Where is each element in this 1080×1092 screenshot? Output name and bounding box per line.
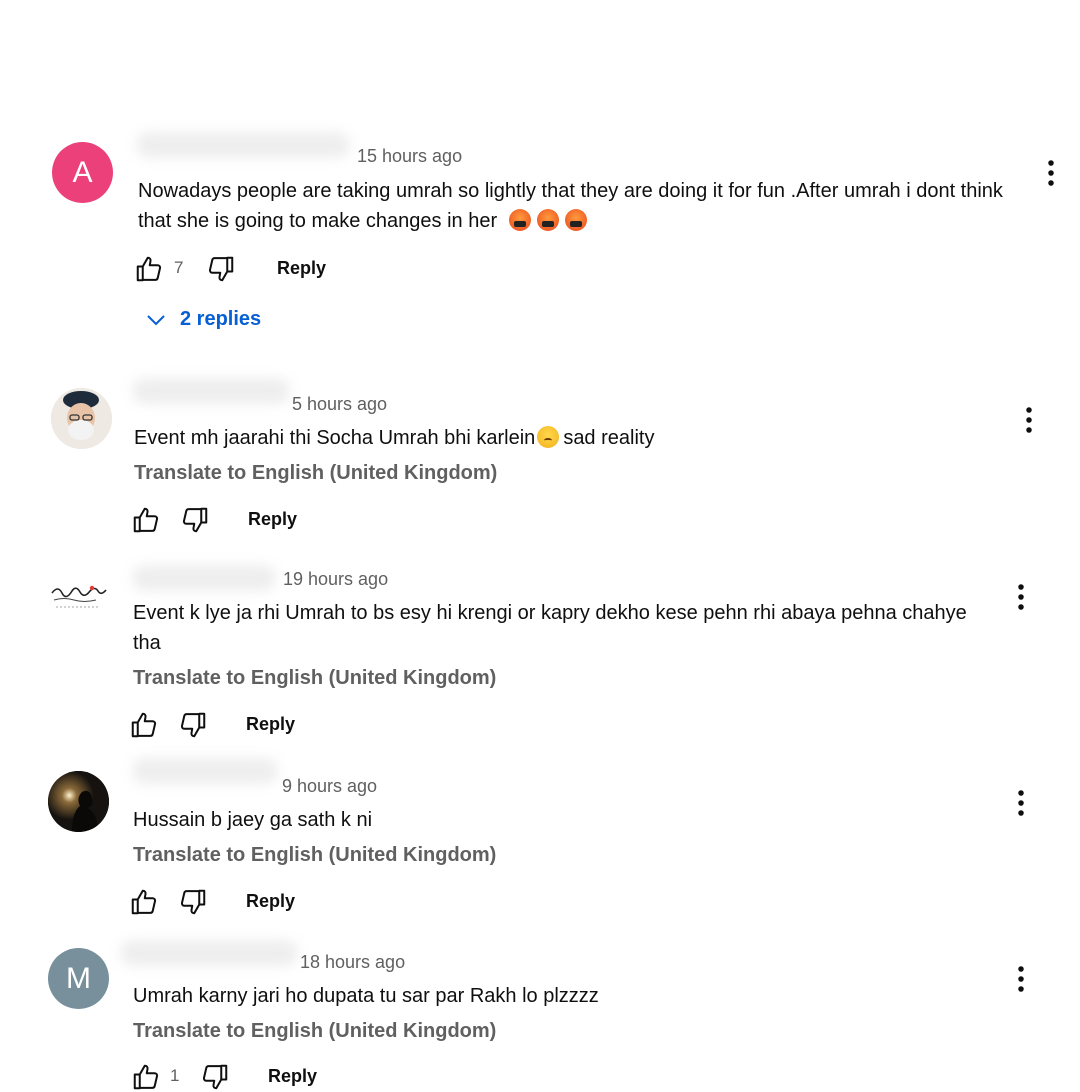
reply-button[interactable]: Reply — [248, 509, 297, 530]
like-button[interactable] — [134, 254, 164, 284]
like-button[interactable] — [131, 505, 161, 535]
avatar[interactable]: A — [52, 142, 113, 203]
translate-link[interactable]: Translate to English (United Kingdom) — [133, 1020, 496, 1043]
author-name-blurred[interactable] — [136, 132, 350, 158]
comment-text: Umrah karny jari ho dupata tu sar par Ra… — [133, 985, 599, 1007]
more-options-icon[interactable] — [1015, 788, 1027, 818]
author-name-blurred[interactable] — [132, 758, 278, 784]
dislike-button[interactable] — [178, 710, 208, 740]
translate-link[interactable]: Translate to English (United Kingdom) — [133, 844, 496, 867]
translate-link[interactable]: Translate to English (United Kingdom) — [133, 667, 496, 690]
comment-text: Hussain b jaey ga sath k ni — [133, 809, 373, 831]
avatar[interactable]: M — [48, 948, 109, 1009]
avatar[interactable] — [48, 771, 109, 832]
like-button[interactable] — [129, 710, 159, 740]
comment-body: Event mh jaarahi thi Socha Umrah bhi kar… — [134, 427, 536, 449]
avatar-photo-icon — [51, 388, 112, 449]
reply-button[interactable]: Reply — [277, 258, 326, 279]
avatar[interactable] — [51, 388, 112, 449]
comment-timestamp[interactable]: 18 hours ago — [300, 952, 405, 973]
like-button[interactable] — [129, 887, 159, 917]
more-options-icon[interactable] — [1015, 582, 1027, 612]
angry-face-emoji-icon — [508, 209, 531, 231]
dislike-button[interactable] — [178, 887, 208, 917]
dislike-button[interactable] — [200, 1062, 230, 1092]
like-button[interactable] — [131, 1062, 161, 1092]
comment-timestamp[interactable]: 19 hours ago — [283, 569, 388, 590]
author-name-blurred[interactable] — [132, 378, 290, 404]
comment-timestamp[interactable]: 5 hours ago — [292, 394, 387, 415]
translate-link[interactable]: Translate to English (United Kingdom) — [134, 462, 497, 485]
author-name-blurred[interactable] — [132, 565, 276, 591]
avatar-letter: A — [72, 155, 93, 189]
dislike-button[interactable] — [180, 505, 210, 535]
angry-face-emoji-icon — [536, 209, 559, 231]
author-name-blurred[interactable] — [120, 940, 298, 966]
comment-text: Event k lye ja rhi Umrah to bs esy hi kr… — [133, 602, 967, 654]
more-options-icon[interactable] — [1045, 158, 1057, 188]
avatar[interactable] — [48, 568, 109, 629]
comment-timestamp[interactable]: 15 hours ago — [357, 146, 462, 167]
comment-body-end: sad reality — [563, 427, 655, 449]
comment-timestamp[interactable]: 9 hours ago — [282, 776, 377, 797]
dislike-button[interactable] — [206, 254, 236, 284]
more-options-icon[interactable] — [1023, 405, 1035, 435]
replies-count-label: 2 replies — [180, 308, 262, 330]
calligraphy-logo-icon — [48, 568, 109, 629]
like-count: 1 — [170, 1066, 180, 1085]
reply-button[interactable]: Reply — [246, 891, 295, 912]
reply-button[interactable]: Reply — [246, 714, 295, 735]
view-replies-button[interactable]: 2 replies — [146, 308, 261, 331]
more-options-icon[interactable] — [1015, 964, 1027, 994]
avatar-letter: M — [66, 961, 91, 995]
crying-face-emoji-icon — [537, 426, 560, 448]
avatar-photo-icon — [48, 771, 109, 832]
angry-face-emoji-icon — [564, 209, 587, 231]
comment-text: Event mh jaarahi thi Socha Umrah bhi kar… — [134, 423, 1014, 453]
like-count: 7 — [174, 258, 184, 277]
reply-button[interactable]: Reply — [268, 1066, 317, 1087]
chevron-down-icon — [147, 314, 165, 325]
comment-text: Nowadays people are taking umrah so ligh… — [138, 176, 1028, 236]
